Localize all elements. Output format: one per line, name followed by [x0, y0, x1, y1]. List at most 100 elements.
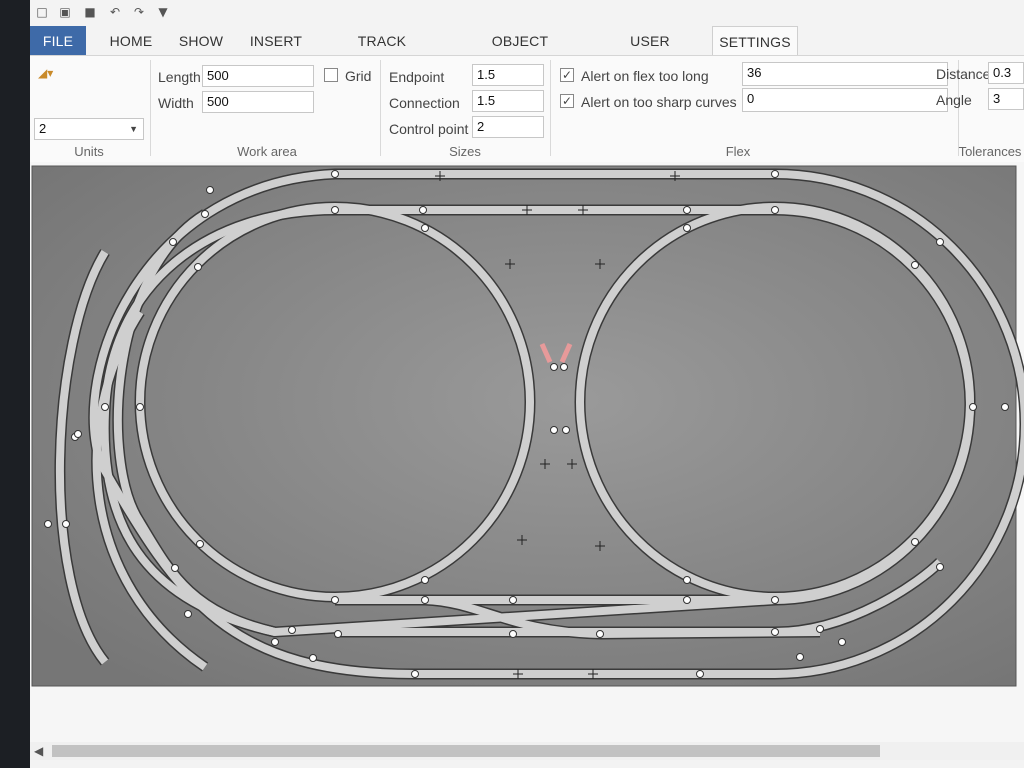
connection-point[interactable] [796, 653, 804, 661]
connection-point[interactable] [419, 206, 427, 214]
units-select[interactable]: 2 ▼ [34, 118, 144, 140]
length-input[interactable]: 500 [202, 65, 314, 87]
connection-point[interactable] [936, 563, 944, 571]
open-folder-icon[interactable]: ▣ [58, 5, 72, 19]
alert-sharp-curves-checkbox[interactable]: ✓ [560, 94, 574, 108]
connection-point[interactable] [771, 170, 779, 178]
connection-point[interactable] [911, 538, 919, 546]
distance-input[interactable]: 0.3 [988, 62, 1024, 84]
horizontal-scrollbar[interactable]: ◀ [30, 742, 1024, 760]
tab-show[interactable]: SHOW [172, 26, 230, 56]
connection-point[interactable] [771, 206, 779, 214]
alert-flex-long-input[interactable]: 36 [742, 62, 948, 86]
connection-point[interactable] [206, 186, 214, 194]
connection-point[interactable] [169, 238, 177, 246]
connection-point[interactable] [683, 224, 691, 232]
angle-input[interactable]: 3 [988, 88, 1024, 110]
connection-point[interactable] [421, 224, 429, 232]
connection-input[interactable]: 1.5 [472, 90, 544, 112]
units-group-title: Units [74, 144, 104, 159]
connection-point[interactable] [562, 426, 570, 434]
connection-point[interactable] [271, 638, 279, 646]
alert-flex-long-checkbox[interactable]: ✓ [560, 68, 574, 82]
connection-point[interactable] [309, 654, 317, 662]
connection-point[interactable] [421, 576, 429, 584]
connection-point[interactable] [334, 630, 342, 638]
connection-point[interactable] [184, 610, 192, 618]
tolerances-group-title: Tolerances [958, 144, 1022, 159]
tab-user-objects[interactable]: USER OBJECTS [600, 26, 700, 79]
connection-point[interactable] [194, 263, 202, 271]
connection-point[interactable] [136, 403, 144, 411]
layout-canvas-area[interactable] [30, 162, 1024, 742]
tab-home[interactable]: HOME [100, 26, 162, 56]
connection-point[interactable] [771, 628, 779, 636]
connection-point[interactable] [683, 596, 691, 604]
connection-point[interactable] [550, 363, 558, 371]
new-file-icon[interactable]: □ [35, 5, 49, 19]
distance-label: Distance [936, 66, 991, 82]
group-divider [380, 60, 381, 156]
connection-point[interactable] [911, 261, 919, 269]
connection-point[interactable] [509, 630, 517, 638]
ribbon-tabs: FILE HOME SHOW INSERT TRACK LIBRARIES OB… [30, 26, 1024, 79]
connection-point[interactable] [201, 210, 209, 218]
group-divider [150, 60, 151, 156]
control-point-input[interactable]: 2 [472, 116, 544, 138]
connection-point[interactable] [969, 403, 977, 411]
scroll-left-icon[interactable]: ◀ [34, 744, 43, 758]
endpoint-label: Endpoint [389, 69, 445, 85]
connection-point[interactable] [816, 625, 824, 633]
connection-point[interactable] [101, 403, 109, 411]
connection-point[interactable] [596, 630, 604, 638]
connection-point[interactable] [74, 430, 82, 438]
width-label: Width [158, 95, 194, 111]
connection-point[interactable] [838, 638, 846, 646]
application-window: □ ▣ ■ ↶ ↷ ▼ FILE HOME SHOW INSERT TRACK … [30, 0, 1024, 768]
save-icon[interactable]: ■ [83, 5, 97, 19]
tab-file[interactable]: FILE [30, 26, 86, 56]
redo-icon[interactable]: ↷ [132, 5, 146, 19]
length-label: Length [158, 69, 201, 85]
connection-point[interactable] [171, 564, 179, 572]
connection-point[interactable] [1001, 403, 1009, 411]
connection-point[interactable] [288, 626, 296, 634]
tab-insert[interactable]: INSERT [245, 26, 307, 56]
tab-track-libraries[interactable]: TRACK LIBRARIES [326, 26, 438, 79]
connection-point[interactable] [509, 596, 517, 604]
chevron-down-icon: ▼ [129, 124, 138, 134]
connection-point[interactable] [936, 238, 944, 246]
tab-settings[interactable]: SETTINGS [712, 26, 798, 56]
connection-point[interactable] [771, 596, 779, 604]
connection-point[interactable] [683, 576, 691, 584]
connection-point[interactable] [696, 670, 704, 678]
track-layout-canvas[interactable] [30, 162, 1024, 742]
customize-menu-icon[interactable]: ▼ [156, 5, 170, 19]
work-area-group-title: Work area [237, 144, 297, 159]
scrollbar-thumb[interactable] [52, 745, 880, 757]
connection-point[interactable] [331, 206, 339, 214]
connection-point[interactable] [62, 520, 70, 528]
quick-access-toolbar: □ ▣ ■ ↶ ↷ ▼ [30, 0, 1024, 26]
alert-sharp-curves-label: Alert on too sharp curves [581, 94, 737, 110]
tab-object-libraries[interactable]: OBJECT LIBRARIES [460, 26, 580, 79]
alert-sharp-curves-input[interactable]: 0 [742, 88, 948, 112]
flex-group-title: Flex [725, 144, 751, 159]
connection-point[interactable] [421, 596, 429, 604]
connection-point[interactable] [411, 670, 419, 678]
group-divider [550, 60, 551, 156]
grid-checkbox[interactable] [324, 68, 338, 82]
angle-label: Angle [936, 92, 972, 108]
connection-point[interactable] [331, 170, 339, 178]
endpoint-input[interactable]: 1.5 [472, 64, 544, 86]
connection-point[interactable] [550, 426, 558, 434]
connection-point[interactable] [196, 540, 204, 548]
width-input[interactable]: 500 [202, 91, 314, 113]
connection-point[interactable] [331, 596, 339, 604]
alert-flex-long-label: Alert on flex too long [581, 68, 709, 84]
connection-point[interactable] [683, 206, 691, 214]
ruler-icon[interactable]: ◢▾ [38, 66, 53, 80]
undo-icon[interactable]: ↶ [108, 5, 122, 19]
connection-point[interactable] [560, 363, 568, 371]
connection-point[interactable] [44, 520, 52, 528]
